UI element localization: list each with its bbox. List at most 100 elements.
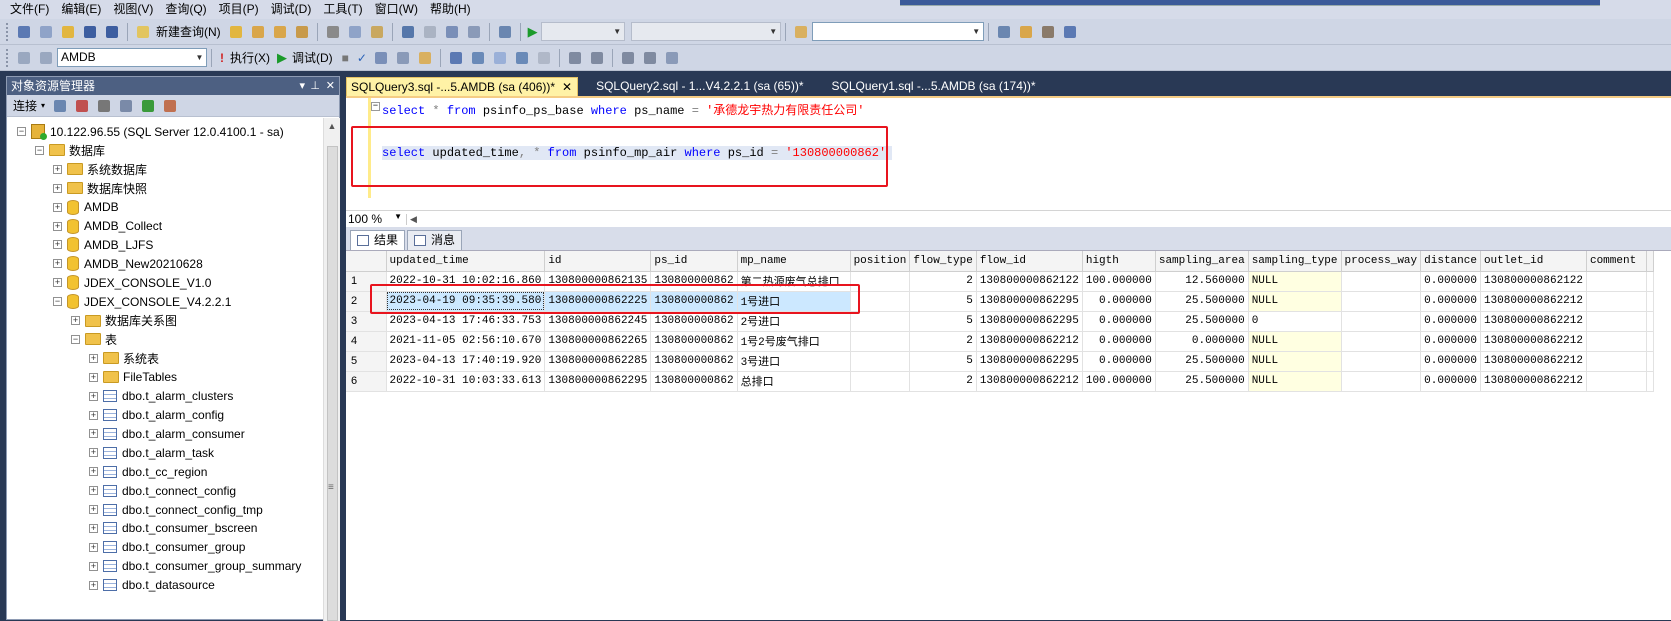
solution-config-select[interactable]: ▼ bbox=[540, 22, 625, 41]
tree-node[interactable]: − 表 bbox=[71, 330, 117, 349]
menu-item[interactable]: 查询(Q) bbox=[159, 0, 212, 19]
scroll-thumb[interactable] bbox=[327, 146, 338, 621]
grid-cell[interactable]: 1号进口 bbox=[737, 291, 851, 312]
expand-icon[interactable]: + bbox=[89, 391, 98, 401]
redo-icon[interactable] bbox=[421, 23, 439, 41]
toolbar-grip[interactable] bbox=[6, 48, 9, 67]
grid-cell[interactable] bbox=[1341, 291, 1422, 312]
grid-cell[interactable]: 0.000000 bbox=[1082, 351, 1156, 372]
grid-cell[interactable] bbox=[850, 331, 911, 352]
tree-node[interactable]: + 数据库快照 bbox=[53, 179, 147, 198]
tree-node[interactable]: + dbo.t_alarm_task bbox=[89, 443, 214, 462]
undo-icon[interactable] bbox=[399, 23, 417, 41]
menu-item[interactable]: 文件(F) bbox=[4, 0, 55, 19]
expand-icon[interactable]: + bbox=[53, 221, 62, 231]
tree-node[interactable]: + 数据库关系图 bbox=[71, 311, 177, 330]
tree-node[interactable]: + AMDB bbox=[53, 198, 119, 217]
expand-icon[interactable]: + bbox=[89, 542, 98, 552]
toolbox-icon[interactable] bbox=[1039, 23, 1057, 41]
expand-icon[interactable]: + bbox=[89, 486, 98, 496]
specify-values-icon[interactable] bbox=[663, 49, 681, 67]
grid-cell[interactable]: 130800000862295 bbox=[544, 371, 652, 392]
expand-icon[interactable]: + bbox=[53, 240, 62, 250]
pin-icon[interactable]: ⊥ bbox=[310, 77, 320, 95]
grid-cell[interactable]: 0.000000 bbox=[1082, 331, 1156, 352]
grid-cell[interactable]: 130800000862285 bbox=[544, 351, 652, 372]
tree-node[interactable]: + dbo.t_alarm_consumer bbox=[89, 424, 245, 443]
connect-button[interactable]: 连接 bbox=[13, 97, 37, 114]
grid-cell[interactable]: 0.000000 bbox=[1420, 311, 1481, 332]
grid-cell[interactable]: 100.000000 bbox=[1082, 271, 1156, 292]
grid-cell[interactable]: 2022-10-31 10:03:33.613 bbox=[386, 371, 546, 392]
properties-icon[interactable] bbox=[1017, 23, 1035, 41]
table-row[interactable]: 2 2023-04-19 09:35:39.580 130800000862225 1… bbox=[346, 291, 1654, 312]
cut-icon[interactable] bbox=[324, 23, 342, 41]
row-number[interactable]: 5 bbox=[346, 351, 387, 372]
scroll-up-icon[interactable]: ▲ bbox=[324, 118, 340, 135]
expand-icon[interactable]: + bbox=[89, 429, 98, 439]
paste-icon[interactable] bbox=[368, 23, 386, 41]
grid-cell[interactable]: 12.560000 bbox=[1155, 271, 1249, 292]
document-tab[interactable]: SQLQuery1.sql -...5.AMDB (sa (174))* bbox=[828, 77, 1046, 96]
connect-dropdown-icon[interactable]: ▾ bbox=[41, 101, 45, 110]
grid-cell[interactable]: 0.000000 bbox=[1082, 311, 1156, 332]
grid-cell[interactable]: 130800000862 bbox=[650, 291, 738, 312]
menu-item[interactable]: 工具(T) bbox=[317, 0, 368, 19]
collapse-icon[interactable]: − bbox=[35, 145, 44, 155]
grid-cell[interactable]: 2022-10-31 10:02:16.860 bbox=[386, 271, 546, 292]
results-to-file-icon[interactable] bbox=[416, 49, 434, 67]
grid-cell[interactable]: 0.000000 bbox=[1155, 331, 1249, 352]
grid-cell[interactable]: 3号进口 bbox=[737, 351, 851, 372]
tree-node[interactable]: + dbo.t_consumer_group bbox=[89, 538, 245, 557]
collapse-icon[interactable]: − bbox=[53, 297, 62, 307]
start-debug-icon[interactable]: ▶ bbox=[528, 24, 538, 40]
grid-cell[interactable]: 130800000862245 bbox=[544, 311, 652, 332]
grid-cell[interactable]: 5 bbox=[909, 291, 977, 312]
grid-cell[interactable] bbox=[1586, 271, 1647, 292]
increase-indent-icon[interactable] bbox=[641, 49, 659, 67]
grid-cell[interactable] bbox=[1341, 351, 1422, 372]
grid-cell[interactable]: 130800000862225 bbox=[544, 291, 652, 312]
column-header[interactable]: outlet_id bbox=[1480, 251, 1587, 272]
grid-cell[interactable]: 130800000862135 bbox=[544, 271, 652, 292]
code-line-1[interactable]: select * from psinfo_ps_base where ps_na… bbox=[382, 101, 865, 118]
results-tab[interactable]: 结果 bbox=[350, 230, 406, 250]
find-icon[interactable] bbox=[465, 23, 483, 41]
grid-cell[interactable]: 130800000862 bbox=[650, 351, 738, 372]
save-icon[interactable] bbox=[81, 23, 99, 41]
grid-cell[interactable]: 130800000862265 bbox=[544, 331, 652, 352]
grid-cell[interactable]: 0.000000 bbox=[1420, 291, 1481, 312]
tree-node[interactable]: + dbo.t_consumer_bscreen bbox=[89, 519, 257, 538]
grid-cell[interactable] bbox=[1586, 291, 1647, 312]
expand-icon[interactable]: + bbox=[71, 316, 80, 325]
grid-cell[interactable]: 130800000862212 bbox=[1480, 291, 1587, 312]
database-select[interactable]: AMDB ▼ bbox=[57, 48, 207, 67]
change-connection-icon[interactable] bbox=[37, 49, 55, 67]
client-stats-icon[interactable] bbox=[469, 49, 487, 67]
expand-icon[interactable]: + bbox=[89, 505, 98, 514]
expand-icon[interactable]: + bbox=[89, 372, 98, 382]
copy-icon[interactable] bbox=[346, 23, 364, 41]
grid-cell[interactable]: 总排口 bbox=[737, 371, 851, 392]
column-header[interactable]: flow_type bbox=[909, 251, 977, 272]
close-panel-icon[interactable]: ✕ bbox=[326, 77, 335, 95]
panel-dropdown-icon[interactable]: ▾ bbox=[299, 77, 305, 95]
column-header[interactable]: ps_id bbox=[650, 251, 738, 272]
grid-cell[interactable]: 130800000862212 bbox=[976, 331, 1083, 352]
column-header[interactable]: higth bbox=[1082, 251, 1156, 272]
expand-icon[interactable]: + bbox=[53, 183, 62, 193]
grid-cell[interactable]: 2023-04-19 09:35:39.580 bbox=[386, 291, 546, 312]
grid-cell[interactable]: 130800000862212 bbox=[1480, 371, 1587, 392]
scroll-left-icon[interactable]: ◀ bbox=[406, 213, 420, 225]
grid-cell[interactable]: 5 bbox=[909, 351, 977, 372]
code-line-2[interactable]: select updated_time, * from psinfo_mp_ai… bbox=[382, 146, 893, 160]
document-tab[interactable]: SQLQuery2.sql - 1...V4.2.2.1 (sa (65))* bbox=[592, 77, 813, 96]
row-number[interactable]: 6 bbox=[346, 371, 387, 392]
query-designer-icon[interactable] bbox=[394, 49, 412, 67]
grid-cell[interactable]: NULL bbox=[1248, 331, 1342, 352]
activity-monitor-icon[interactable] bbox=[161, 97, 179, 115]
row-number[interactable]: 1 bbox=[346, 271, 387, 292]
column-header[interactable]: position bbox=[850, 251, 911, 272]
grid-cell[interactable]: 130800000862295 bbox=[976, 351, 1083, 372]
grid-cell[interactable] bbox=[1341, 271, 1422, 292]
